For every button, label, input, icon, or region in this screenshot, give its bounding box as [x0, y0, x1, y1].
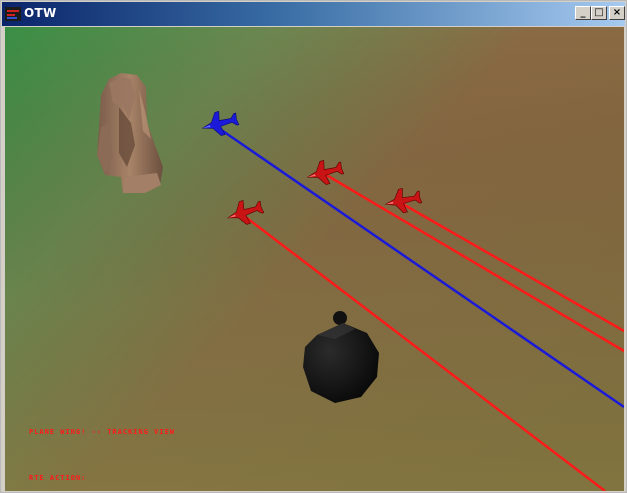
- hud-mode-text: PLANE WING! -- TRACKING VIEW: [29, 428, 176, 436]
- app-icon: [5, 7, 21, 21]
- hud-action-text: RTE ACTION:: [29, 474, 87, 482]
- otw-window: OTW _ □ × PLANE WING! -- TRACKING VIEW R…: [0, 0, 627, 493]
- maximize-button[interactable]: □: [591, 6, 607, 20]
- window-title: OTW: [24, 6, 57, 20]
- scene-canvas: [5, 27, 624, 491]
- close-button[interactable]: ×: [609, 6, 625, 20]
- title-bar[interactable]: OTW _ □ ×: [2, 2, 625, 26]
- 3d-viewport[interactable]: PLANE WING! -- TRACKING VIEW RTE ACTION:: [5, 27, 624, 491]
- minimize-button[interactable]: _: [575, 6, 591, 20]
